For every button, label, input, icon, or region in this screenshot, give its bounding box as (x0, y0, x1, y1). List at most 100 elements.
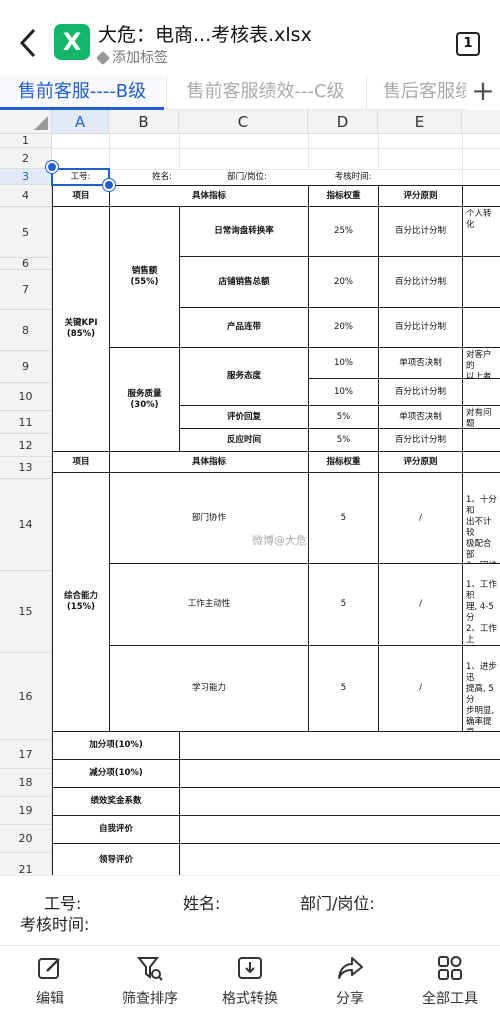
hdr-principle[interactable]: 评分原则 (378, 185, 463, 207)
ability-row-principle[interactable]: / (378, 645, 463, 732)
column-header-e[interactable]: E (378, 110, 462, 134)
kpi-row-weight[interactable]: 10% (308, 347, 379, 379)
kpi-row-principle[interactable]: 百分比计分制 (378, 206, 463, 257)
hdr2-weight[interactable]: 指标权重 (308, 451, 379, 473)
cell-eval-time[interactable]: 考核时间: (308, 170, 398, 185)
kpi-row-note[interactable]: 对客户的 以上者该 (462, 347, 500, 379)
extra-leader-eval[interactable]: 领导评价 (52, 843, 180, 875)
add-sheet-icon[interactable]: + (466, 76, 500, 110)
tab-presales-c[interactable]: 售前客服绩效---C级 (166, 76, 364, 110)
row-header[interactable]: 7 (0, 270, 52, 310)
selection-handle-top[interactable] (46, 161, 58, 173)
cell-content-bar[interactable]: 工号: 姓名: 部门/岗位: 考核时间: (0, 875, 500, 945)
row-header[interactable]: 17 (0, 740, 52, 769)
column-header-f[interactable] (462, 110, 500, 134)
ability-row-principle[interactable]: / (378, 563, 463, 646)
row-header[interactable]: 10 (0, 383, 52, 411)
selection-box[interactable] (51, 168, 110, 186)
row-header[interactable]: 14 (0, 479, 52, 571)
add-tag-link[interactable]: 添加标签 (95, 47, 168, 67)
ability-row-weight[interactable]: 5 (308, 645, 379, 732)
column-header-a[interactable]: A (52, 110, 109, 134)
row-header[interactable]: 16 (0, 653, 52, 740)
hdr2-indicator[interactable]: 具体指标 (109, 451, 309, 473)
kpi-row-note[interactable] (462, 307, 500, 348)
kpi-row-note[interactable] (462, 378, 500, 406)
cell-name[interactable]: 姓名: (122, 170, 202, 185)
hdr-weight[interactable]: 指标权重 (308, 185, 379, 207)
cells-area[interactable]: 工号: 姓名: 部门/岗位: 考核时间: 项目 具体指标 指标权重 评分原则 关… (46, 134, 500, 875)
back-arrow-icon[interactable] (14, 26, 44, 60)
ability-row-name[interactable]: 部门协作 (109, 472, 309, 564)
kpi-row-weight[interactable]: 5% (308, 428, 379, 452)
extra-self-eval-value[interactable] (179, 815, 500, 844)
kpi-row-name[interactable]: 服务态度 (179, 347, 309, 406)
kpi-row-weight[interactable]: 5% (308, 405, 379, 429)
extra-self-eval[interactable]: 自我评价 (52, 815, 180, 844)
kpi-row-principle[interactable]: 单项否决制 (378, 347, 463, 379)
cell-dept[interactable]: 部门/岗位: (202, 170, 292, 185)
column-header-b[interactable]: B (109, 110, 179, 134)
all-tools-button[interactable]: 全部工具 (400, 946, 500, 1018)
ability-row-note[interactable]: 1、十分和 出不计较 极配合部 3、团结和 4、不注重 (462, 472, 500, 564)
row-header[interactable]: 9 (0, 351, 52, 383)
extra-coefficient[interactable]: 绩效奖金系数 (52, 787, 180, 816)
kpi-row-weight[interactable]: 10% (308, 378, 379, 406)
kpi-row-principle[interactable]: 百分比计分制 (378, 378, 463, 406)
hdr2-note[interactable] (462, 451, 500, 473)
kpi-row-name[interactable]: 日常询盘转换率 (179, 206, 309, 257)
row-header[interactable]: 19 (0, 797, 52, 825)
kpi-row-note[interactable]: 个人转化 (462, 206, 500, 257)
kpi-row-principle[interactable]: 百分比计分制 (378, 307, 463, 348)
row-header[interactable]: 5 (0, 207, 52, 258)
tab-aftersales[interactable]: 售后客服绩 (366, 76, 466, 110)
kpi-row-note[interactable] (462, 256, 500, 308)
ability-label[interactable]: 综合能力 (15%) (52, 472, 110, 732)
kpi-row-weight[interactable]: 20% (308, 256, 379, 308)
ability-row-note[interactable]: 1、工作积 理, 4-5分 2、工作上 作, 2-3分 动, 交办 (462, 563, 500, 646)
kpi-row-note[interactable] (462, 428, 500, 452)
extra-leader-eval-value[interactable] (179, 843, 500, 875)
ability-row-principle[interactable]: / (378, 472, 463, 564)
hdr2-principle[interactable]: 评分原则 (378, 451, 463, 473)
row-header[interactable]: 13 (0, 457, 52, 479)
hdr-note[interactable] (462, 185, 500, 207)
kpi-row-name[interactable]: 反应时间 (179, 428, 309, 452)
row-header[interactable]: 2 (0, 148, 52, 169)
hdr-indicator[interactable]: 具体指标 (109, 185, 309, 207)
ability-row-name[interactable]: 学习能力 (109, 645, 309, 732)
tab-presales-b[interactable]: 售前客服----B级 (0, 76, 164, 110)
select-all-corner[interactable] (0, 110, 52, 134)
filter-sort-button[interactable]: 筛查排序 (100, 946, 200, 1018)
extra-bonus[interactable]: 加分项(10%) (52, 731, 180, 760)
row-header[interactable]: 12 (0, 434, 52, 457)
format-convert-button[interactable]: 格式转换 (200, 946, 300, 1018)
row-header[interactable]: 8 (0, 310, 52, 351)
extra-coefficient-value[interactable] (179, 787, 500, 816)
sales-label[interactable]: 销售额 (55%) (109, 206, 180, 348)
row-header[interactable]: 4 (0, 185, 52, 207)
extra-bonus-value[interactable] (179, 731, 500, 760)
ability-row-weight[interactable]: 5 (308, 563, 379, 646)
edit-button[interactable]: 编辑 (0, 946, 100, 1018)
kpi-row-principle[interactable]: 百分比计分制 (378, 256, 463, 308)
column-header-d[interactable]: D (308, 110, 378, 134)
selection-handle-bottom[interactable] (103, 179, 115, 191)
kpi-row-weight[interactable]: 25% (308, 206, 379, 257)
row-header[interactable]: 21 (0, 853, 52, 875)
ability-row-note[interactable]: 1、进步迅 提高, 5分 步明显, 确率提高 导指导下 4、进步不 (462, 645, 500, 732)
kpi-row-name[interactable]: 评价回复 (179, 405, 309, 429)
extra-deduction[interactable]: 减分项(10%) (52, 759, 180, 788)
share-button[interactable]: 分享 (300, 946, 400, 1018)
column-header-c[interactable]: C (179, 110, 308, 134)
service-label[interactable]: 服务质量 (30%) (109, 347, 180, 452)
hdr2-item[interactable]: 项目 (52, 451, 110, 473)
row-header[interactable]: 15 (0, 571, 52, 653)
page-count-button[interactable]: 1 (456, 32, 480, 56)
kpi-row-principle[interactable]: 百分比计分制 (378, 428, 463, 452)
kpi-row-weight[interactable]: 20% (308, 307, 379, 348)
extra-deduction-value[interactable] (179, 759, 500, 788)
kpi-row-name[interactable]: 产品连带 (179, 307, 309, 348)
kpi-row-name[interactable]: 店铺销售总额 (179, 256, 309, 308)
row-header[interactable]: 6 (0, 257, 52, 270)
